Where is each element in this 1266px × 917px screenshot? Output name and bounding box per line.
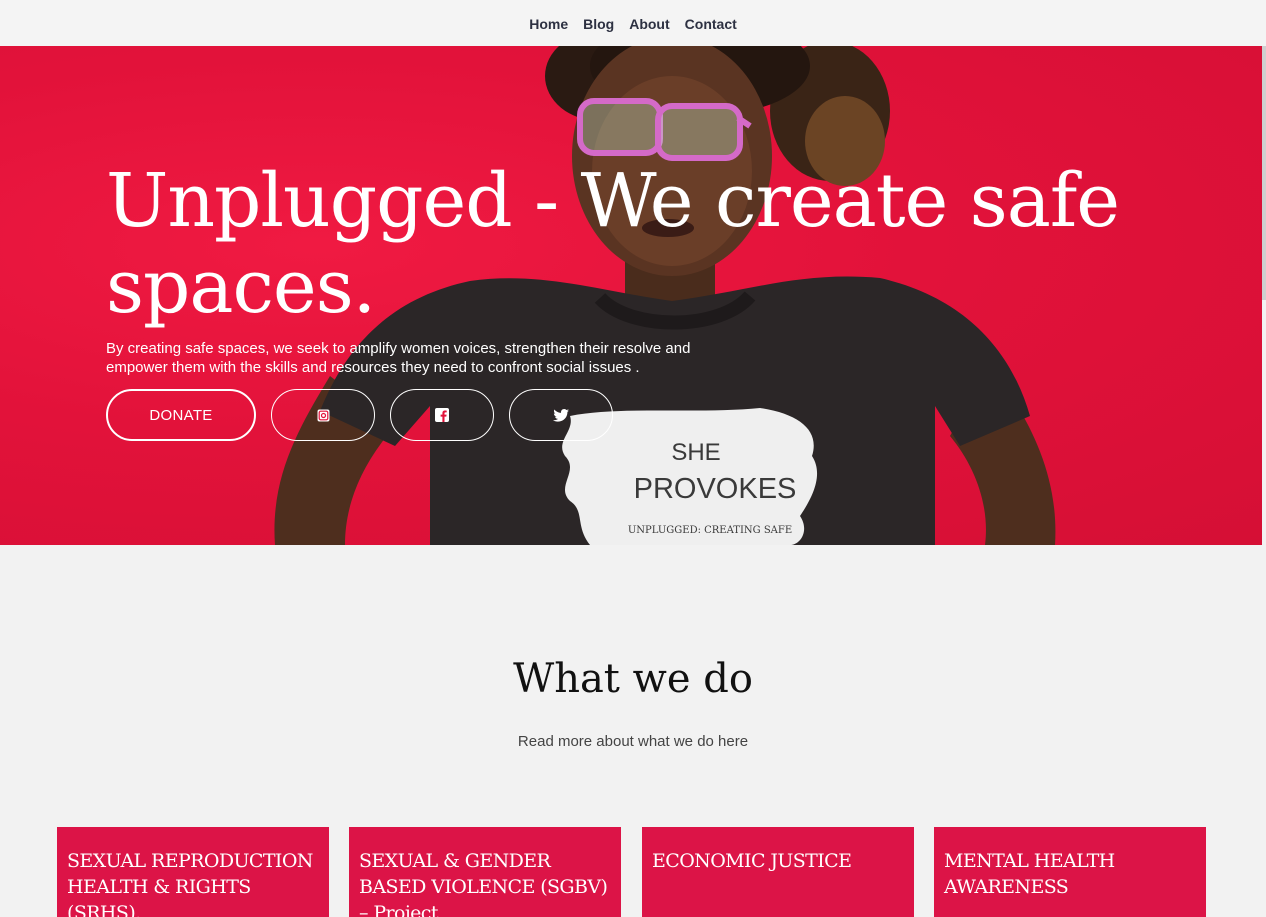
facebook-icon <box>435 408 449 422</box>
facebook-button[interactable] <box>390 389 494 441</box>
hero-section: SHE PROVOKES UNPLUGGED: CREATING SAFE Un… <box>0 46 1262 545</box>
scrollbar[interactable] <box>1262 46 1266 300</box>
card-title: ECONOMIC JUSTICE <box>652 850 852 872</box>
section-title: What we do <box>513 656 753 702</box>
nav-contact-link[interactable]: Contact <box>685 14 737 32</box>
nav-about-link[interactable]: About <box>629 14 669 32</box>
nav-blog-link[interactable]: Blog <box>583 14 614 32</box>
service-card-mental-health[interactable]: MENTAL HEALTH AWARENESS <box>934 827 1206 917</box>
card-title: SEXUAL & GENDER BASED VIOLENCE (SGBV) – … <box>359 850 608 917</box>
instagram-icon <box>317 409 330 422</box>
card-title: SEXUAL REPRODUCTION HEALTH & RIGHTS (SRH… <box>67 850 313 917</box>
shirt-text-unplugged: UNPLUGGED: CREATING SAFE <box>628 525 792 536</box>
top-navigation: Home Blog About Contact <box>0 0 1266 46</box>
twitter-icon <box>553 408 569 422</box>
nav-home-link[interactable]: Home <box>529 14 568 32</box>
twitter-button[interactable] <box>509 389 613 441</box>
hero-title: Unplugged - We create safe spaces. <box>106 158 1120 330</box>
section-subtitle: Read more about what we do here <box>517 733 749 750</box>
service-card-sgbv[interactable]: SEXUAL & GENDER BASED VIOLENCE (SGBV) – … <box>349 827 621 917</box>
service-card-srhr[interactable]: SEXUAL REPRODUCTION HEALTH & RIGHTS (SRH… <box>57 827 329 917</box>
donate-button[interactable]: DONATE <box>106 389 256 441</box>
card-title: MENTAL HEALTH AWARENESS <box>944 850 1115 898</box>
hero-subtitle: By creating safe spaces, we seek to ampl… <box>106 340 691 376</box>
service-card-economic-justice[interactable]: ECONOMIC JUSTICE <box>642 827 914 917</box>
instagram-button[interactable] <box>271 389 375 441</box>
shirt-text-provokes: PROVOKES <box>634 473 797 505</box>
shirt-text-she: SHE <box>671 439 720 466</box>
